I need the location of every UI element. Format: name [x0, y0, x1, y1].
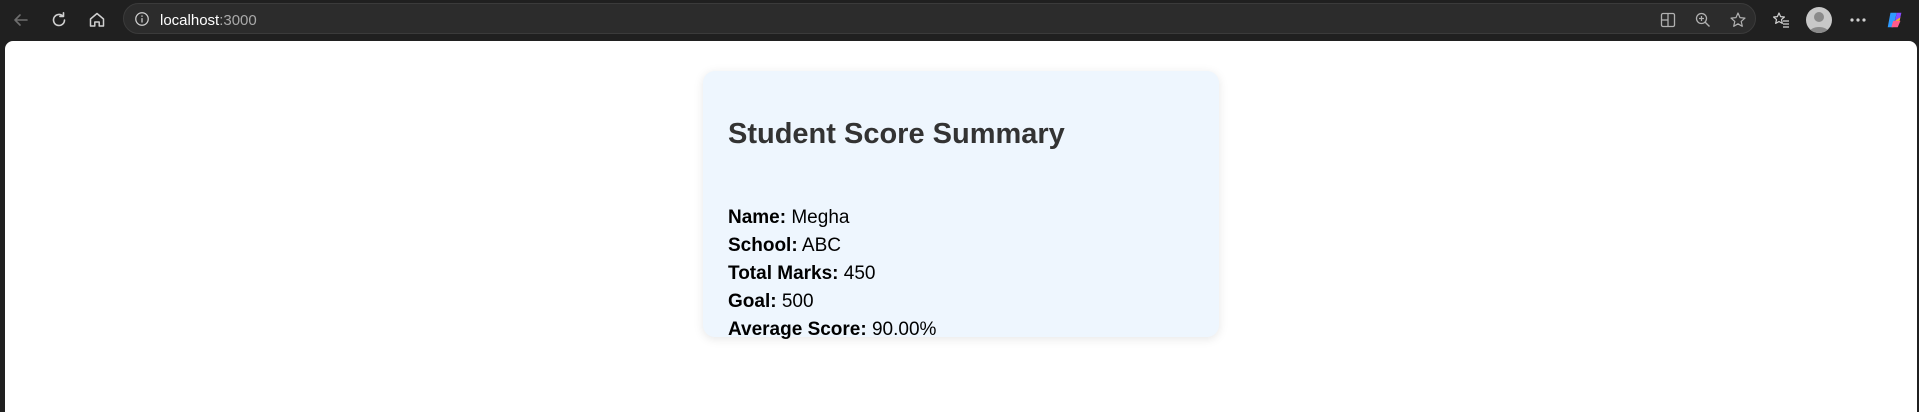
profile-avatar[interactable]: [1806, 7, 1832, 33]
address-bar[interactable]: localhost:3000: [123, 3, 1756, 34]
favorites-icon[interactable]: [1766, 5, 1796, 35]
url-text[interactable]: localhost:3000: [160, 12, 257, 29]
score-summary-card: Student Score Summary Name: Megha School…: [703, 71, 1219, 340]
school-value: ABC: [801, 235, 841, 256]
total-marks-label: Total Marks:: [728, 263, 839, 284]
info-icon[interactable]: [133, 10, 151, 28]
total-marks-value: 450: [843, 263, 876, 284]
back-arrow-icon: [14, 14, 28, 26]
card-title: Student Score Summary: [728, 118, 1065, 150]
star-icon[interactable]: [1727, 9, 1749, 31]
average-score-row: Average Score: 90.00%: [728, 319, 936, 341]
page-viewport: Student Score Summary Name: Megha School…: [5, 41, 1917, 412]
zoom-icon[interactable]: [1692, 9, 1714, 31]
home-icon: [89, 12, 105, 27]
name-row: Name: Megha: [728, 207, 849, 229]
url-port: :3000: [219, 12, 257, 29]
browser-toolbar: localhost:3000: [0, 0, 1919, 40]
split-screen-icon[interactable]: [1657, 9, 1679, 31]
name-value: Megha: [791, 207, 850, 228]
average-score-value: 90.00%: [871, 319, 937, 340]
name-label: Name:: [728, 207, 787, 228]
school-row: School: ABC: [728, 235, 841, 257]
more-icon[interactable]: [1843, 5, 1873, 35]
back-button[interactable]: [5, 4, 37, 36]
goal-label: Goal:: [728, 291, 777, 312]
average-score-label: Average Score:: [728, 319, 867, 340]
goal-value: 500: [781, 291, 814, 312]
refresh-icon: [52, 12, 66, 27]
goal-row: Goal: 500: [728, 291, 814, 313]
refresh-button[interactable]: [43, 4, 75, 36]
school-label: School:: [728, 235, 798, 256]
copilot-icon[interactable]: [1880, 5, 1910, 35]
total-marks-row: Total Marks: 450: [728, 263, 876, 285]
home-button[interactable]: [81, 4, 113, 36]
url-host: localhost: [160, 12, 220, 29]
